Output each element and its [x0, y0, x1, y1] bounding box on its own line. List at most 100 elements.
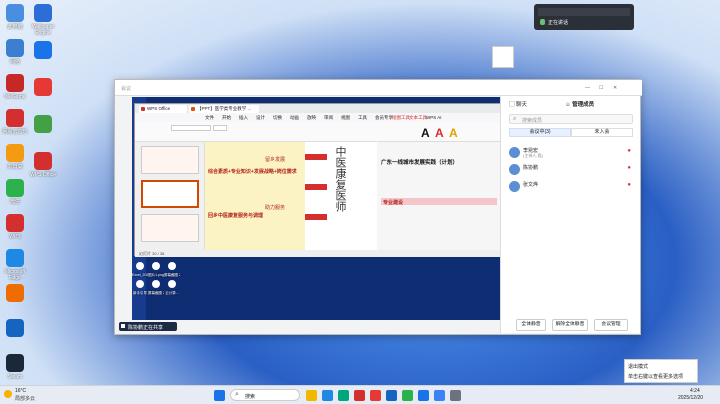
- wps-menu-item[interactable]: WPS AI: [426, 115, 442, 120]
- wps-tab-doc[interactable]: 【PPT】医学类专业教学 ...: [189, 105, 259, 113]
- slide-counter: 幻灯片 30 / 38: [139, 251, 165, 256]
- font-box[interactable]: [171, 125, 211, 131]
- maximize-icon[interactable]: ☐: [599, 85, 603, 91]
- taskbar-app-icon[interactable]: [370, 390, 381, 401]
- start-icon[interactable]: [214, 390, 225, 401]
- desktop-icon[interactable]: 向日葵: [0, 144, 30, 170]
- wps-menu-item[interactable]: 工具: [358, 115, 367, 121]
- desktop-icon[interactable]: [0, 284, 30, 304]
- toast-line1[interactable]: 退出模式: [628, 363, 648, 370]
- desktop-icon[interactable]: Wallpaper Engine: [28, 4, 58, 36]
- member-row[interactable]: 张文烨 ●: [509, 180, 635, 194]
- desktop-icon-label: 此电脑: [7, 24, 23, 30]
- taskbar-app-icon[interactable]: [322, 390, 333, 401]
- desktop-icon[interactable]: 网易云音乐: [0, 109, 30, 135]
- desktop-icon[interactable]: [28, 41, 58, 61]
- desktop-icon[interactable]: [28, 78, 58, 98]
- size-box[interactable]: [213, 125, 227, 131]
- popup-title: 正在讲话: [548, 20, 569, 26]
- slide-thumb[interactable]: [141, 180, 199, 208]
- desktop-icon-label: WPS Office: [30, 172, 56, 178]
- search-icon: ⌕: [513, 116, 517, 122]
- clock-date[interactable]: 2025/12/20: [678, 395, 703, 401]
- popup-bar: [538, 8, 630, 16]
- desktop-shortcut[interactable]: [492, 46, 514, 68]
- member-row[interactable]: 李昆宏 (主持人,我) ●: [509, 146, 635, 160]
- app-icon: [34, 115, 52, 133]
- toast-line2[interactable]: 单击右键以查看更多选项: [628, 373, 683, 380]
- wps-menu-item[interactable]: 文本工具: [409, 115, 427, 121]
- desktop-icon[interactable]: Microsoft Edge: [0, 249, 30, 281]
- subtab-in-meeting[interactable]: 会议中(3): [509, 128, 571, 137]
- clock-time[interactable]: 4:24: [690, 388, 700, 394]
- wps-menu-item[interactable]: 视图: [341, 115, 350, 121]
- meeting-titlebar: 会议 ✕ ☐ —: [115, 80, 642, 96]
- taskbar-app-icon[interactable]: [434, 390, 445, 401]
- wps-menubar: 文件 开始 插入 设计 切换 动画 放映 审阅 视图 工具 会员专享 绘图工具 文本工具 WPS AI: [135, 113, 501, 122]
- taskbar-app-icon[interactable]: [450, 390, 461, 401]
- file-icon: [152, 262, 160, 270]
- file-label: 新手引导: [133, 291, 147, 295]
- taskbar-app-icon[interactable]: [354, 390, 365, 401]
- member-row[interactable]: 陈协鹏 ●: [509, 163, 635, 177]
- desktop-icon-label: WeGame: [4, 94, 26, 100]
- mic-muted-icon[interactable]: ●: [627, 148, 631, 154]
- app-icon: [6, 354, 24, 372]
- shared-file-icon: Excel_202...: [132, 262, 148, 278]
- desktop-icon[interactable]: WPS: [0, 214, 30, 240]
- desktop-icon[interactable]: [0, 319, 30, 339]
- wps-menu-item[interactable]: 审阅: [324, 115, 333, 121]
- mic-muted-icon[interactable]: ●: [627, 182, 631, 188]
- desktop-icon[interactable]: WeGame: [0, 74, 30, 100]
- wps-menu-item[interactable]: 开始: [222, 115, 231, 121]
- minimize-icon[interactable]: —: [585, 85, 590, 91]
- slide-thumb[interactable]: [141, 146, 199, 174]
- desktop-icon[interactable]: Steam: [0, 354, 30, 380]
- mic-icon: [540, 19, 545, 25]
- desktop-icon-label: Wallpaper Engine: [31, 24, 55, 36]
- desktop-icon[interactable]: WPS Office: [28, 152, 58, 178]
- wps-menu-item[interactable]: 切换: [273, 115, 282, 121]
- mic-muted-icon[interactable]: ●: [627, 165, 631, 171]
- meeting-manage-button[interactable]: 会议管理: [594, 319, 628, 331]
- desktop-icon[interactable]: 微信: [0, 179, 30, 205]
- search-input[interactable]: ⌕ 搜索成员: [509, 114, 633, 124]
- avatar: [509, 164, 520, 175]
- wps-menu-item[interactable]: 会员专享: [375, 115, 393, 121]
- desktop-icon[interactable]: 此电脑: [0, 4, 30, 30]
- file-icon: [168, 280, 176, 288]
- slide-thumbnails[interactable]: [135, 142, 205, 250]
- taskbar-app-icon[interactable]: [402, 390, 413, 401]
- wps-menu-item[interactable]: 放映: [307, 115, 316, 121]
- search-box[interactable]: ⌕ 搜索: [230, 389, 300, 401]
- mute-all-button[interactable]: 全体静音: [516, 319, 546, 331]
- wps-menu-item[interactable]: 设计: [256, 115, 265, 121]
- share-banner-text: 陈协鹏正在共享: [128, 325, 164, 331]
- wps-menu-item[interactable]: 插入: [239, 115, 248, 121]
- app-icon: [6, 179, 24, 197]
- taskbar-app-icon[interactable]: [418, 390, 429, 401]
- subtab-not-in[interactable]: 未入会: [571, 128, 633, 137]
- desktop-icon[interactable]: [28, 115, 58, 135]
- slide-thumb[interactable]: [141, 214, 199, 242]
- taskbar-app-icon[interactable]: [306, 390, 317, 401]
- screen-share-icon: [121, 324, 125, 328]
- wps-tab-home[interactable]: WPS Office: [139, 105, 187, 113]
- weather-desc[interactable]: 局部多云: [15, 395, 35, 402]
- taskbar-app-icon[interactable]: [386, 390, 397, 401]
- wps-menu-item[interactable]: 绘图工具: [392, 115, 410, 121]
- taskbar-app-icon[interactable]: [338, 390, 349, 401]
- weather-temp[interactable]: 16°C: [15, 388, 26, 394]
- close-icon[interactable]: ✕: [613, 85, 617, 91]
- unmute-all-button[interactable]: 解除全体静音: [552, 319, 588, 331]
- tab-chat[interactable]: ▢ 聊天: [509, 100, 527, 108]
- wps-menu-item[interactable]: 文件: [205, 115, 214, 121]
- meeting-sidebar: ▢ 聊天 ☺ 管理成员 ⌕ 搜索成员 会议中(3) 未入会 李昆宏 (主持人,我)…: [500, 96, 640, 333]
- file-icon: [136, 280, 144, 288]
- tab-members[interactable]: ☺ 管理成员: [565, 100, 594, 108]
- desktop-icon[interactable]: 网络: [0, 39, 30, 65]
- wps-menu-item[interactable]: 动画: [290, 115, 299, 121]
- text-style-A2-icon[interactable]: A: [435, 126, 444, 140]
- text-style-A3-icon[interactable]: A: [449, 126, 458, 140]
- text-style-A-icon[interactable]: A: [421, 126, 430, 140]
